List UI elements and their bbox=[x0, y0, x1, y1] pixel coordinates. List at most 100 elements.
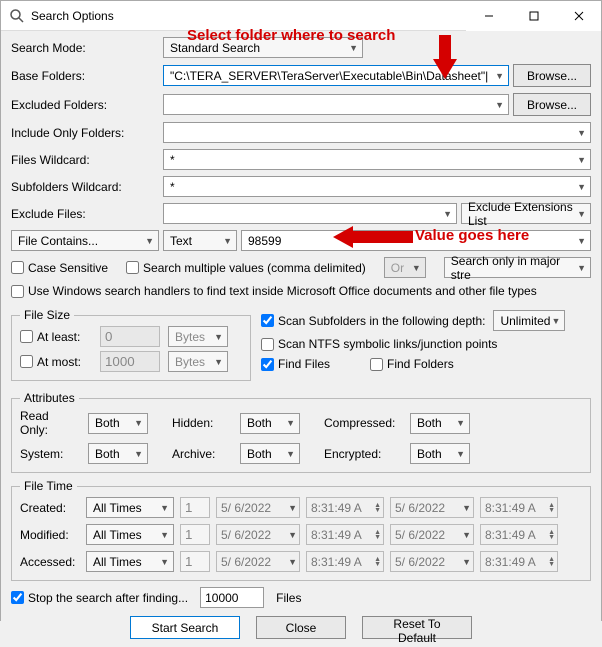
maximize-button[interactable] bbox=[511, 1, 556, 31]
scan-ntfs-check[interactable]: Scan NTFS symbolic links/junction points bbox=[261, 337, 497, 351]
window: Search Options Select folder where to se… bbox=[0, 0, 602, 621]
accessed-num[interactable] bbox=[180, 551, 210, 572]
include-only-label: Include Only Folders: bbox=[11, 126, 159, 140]
accessed-time-to[interactable]: 8:31:49 A▲▼ bbox=[480, 551, 558, 572]
stop-count-input[interactable] bbox=[200, 587, 264, 608]
system-select[interactable]: Both▼ bbox=[88, 443, 148, 464]
subfolders-wildcard-combo[interactable]: * ▼ bbox=[163, 176, 591, 197]
find-folders-checkbox[interactable] bbox=[370, 358, 383, 371]
close-dialog-button[interactable]: Close bbox=[256, 616, 346, 639]
start-search-button[interactable]: Start Search bbox=[130, 616, 240, 639]
search-mode-select[interactable]: Standard Search ▼ bbox=[163, 37, 363, 58]
depth-select[interactable]: Unlimited ▼ bbox=[493, 310, 565, 331]
search-multiple-check[interactable]: Search multiple values (comma delimited) bbox=[126, 261, 366, 275]
modified-label: Modified: bbox=[20, 528, 80, 542]
exclude-ext-list-select[interactable]: Exclude Extensions List ▼ bbox=[461, 203, 591, 224]
base-folders-label: Base Folders: bbox=[11, 69, 159, 83]
exclude-files-combo[interactable]: ▼ bbox=[163, 203, 457, 224]
at-least-input[interactable] bbox=[100, 326, 160, 347]
created-num[interactable] bbox=[180, 497, 210, 518]
chevron-down-icon: ▼ bbox=[577, 155, 586, 165]
find-folders-check[interactable]: Find Folders bbox=[370, 357, 454, 371]
hidden-select[interactable]: Both▼ bbox=[240, 413, 300, 434]
at-most-unit[interactable]: Bytes ▼ bbox=[168, 351, 228, 372]
at-least-unit[interactable]: Bytes ▼ bbox=[168, 326, 228, 347]
modified-date-to[interactable]: 5/ 6/2022▼ bbox=[390, 524, 474, 545]
chevron-down-icon: ▼ bbox=[577, 263, 586, 273]
search-major-select[interactable]: Search only in major stre ▼ bbox=[444, 257, 591, 278]
read-only-select[interactable]: Both▼ bbox=[88, 413, 148, 434]
at-least-checkbox[interactable] bbox=[20, 330, 33, 343]
minimize-button[interactable] bbox=[466, 1, 511, 31]
include-only-combo[interactable]: ▼ bbox=[163, 122, 591, 143]
subfolders-wildcard-label: Subfolders Wildcard: bbox=[11, 180, 159, 194]
browse-excluded-button[interactable]: Browse... bbox=[513, 93, 591, 116]
stop-after-check[interactable]: Stop the search after finding... bbox=[11, 591, 188, 605]
or-select[interactable]: Or ▼ bbox=[384, 257, 426, 278]
modified-date-from[interactable]: 5/ 6/2022▼ bbox=[216, 524, 300, 545]
chevron-down-icon: ▼ bbox=[495, 71, 504, 81]
created-date-from[interactable]: 5/ 6/2022▼ bbox=[216, 497, 300, 518]
close-button[interactable] bbox=[556, 1, 601, 31]
at-most-checkbox[interactable] bbox=[20, 355, 33, 368]
hidden-label: Hidden: bbox=[172, 416, 232, 430]
created-times-select[interactable]: All Times▼ bbox=[86, 497, 174, 518]
archive-select[interactable]: Both▼ bbox=[240, 443, 300, 464]
encrypted-select[interactable]: Both▼ bbox=[410, 443, 470, 464]
scan-subfolders-check[interactable]: Scan Subfolders in the following depth: bbox=[261, 314, 485, 328]
accessed-date-from[interactable]: 5/ 6/2022▼ bbox=[216, 551, 300, 572]
chevron-down-icon: ▼ bbox=[349, 43, 358, 53]
modified-time-to[interactable]: 8:31:49 A▲▼ bbox=[480, 524, 558, 545]
use-handlers-check[interactable]: Use Windows search handlers to find text… bbox=[11, 284, 537, 298]
attributes-legend: Attributes bbox=[20, 391, 79, 405]
file-size-group: File Size At least: Bytes ▼ At mo bbox=[11, 308, 251, 381]
archive-label: Archive: bbox=[172, 447, 232, 461]
search-multiple-checkbox[interactable] bbox=[126, 261, 139, 274]
compressed-label: Compressed: bbox=[324, 416, 402, 430]
accessed-times-select[interactable]: All Times▼ bbox=[86, 551, 174, 572]
accessed-label: Accessed: bbox=[20, 555, 80, 569]
search-value-combo[interactable]: 98599 ▼ bbox=[241, 230, 591, 251]
chevron-down-icon: ▼ bbox=[495, 100, 504, 110]
at-most-check[interactable]: At most: bbox=[20, 355, 92, 369]
accessed-date-to[interactable]: 5/ 6/2022▼ bbox=[390, 551, 474, 572]
reset-button[interactable]: Reset To Default bbox=[362, 616, 472, 639]
files-wildcard-label: Files Wildcard: bbox=[11, 153, 159, 167]
chevron-down-icon: ▼ bbox=[577, 182, 586, 192]
base-folders-combo[interactable]: "C:\TERA_SERVER\TeraServer\Executable\Bi… bbox=[163, 65, 509, 86]
files-wildcard-combo[interactable]: * ▼ bbox=[163, 149, 591, 170]
file-size-legend: File Size bbox=[20, 308, 74, 322]
excluded-folders-label: Excluded Folders: bbox=[11, 98, 159, 112]
case-sensitive-check[interactable]: Case Sensitive bbox=[11, 261, 108, 275]
scan-subfolders-checkbox[interactable] bbox=[261, 314, 274, 327]
find-files-check[interactable]: Find Files bbox=[261, 357, 330, 371]
case-sensitive-checkbox[interactable] bbox=[11, 261, 24, 274]
scan-ntfs-checkbox[interactable] bbox=[261, 338, 274, 351]
excluded-folders-combo[interactable]: ▼ bbox=[163, 94, 509, 115]
stop-after-checkbox[interactable] bbox=[11, 591, 24, 604]
file-time-legend: File Time bbox=[20, 479, 77, 493]
chevron-down-icon: ▼ bbox=[145, 236, 154, 246]
file-time-group: File Time Created: All Times▼ 5/ 6/2022▼… bbox=[11, 479, 591, 581]
chevron-down-icon: ▼ bbox=[412, 263, 421, 273]
browse-base-button[interactable]: Browse... bbox=[513, 64, 591, 87]
created-time-from[interactable]: 8:31:49 A▲▼ bbox=[306, 497, 384, 518]
use-handlers-checkbox[interactable] bbox=[11, 285, 24, 298]
chevron-down-icon: ▼ bbox=[577, 128, 586, 138]
read-only-label: Read Only: bbox=[20, 409, 80, 437]
created-date-to[interactable]: 5/ 6/2022▼ bbox=[390, 497, 474, 518]
text-type-select[interactable]: Text ▼ bbox=[163, 230, 237, 251]
created-time-to[interactable]: 8:31:49 A▲▼ bbox=[480, 497, 558, 518]
at-most-input[interactable] bbox=[100, 351, 160, 372]
modified-times-select[interactable]: All Times▼ bbox=[86, 524, 174, 545]
titlebar: Search Options bbox=[1, 1, 601, 31]
file-contains-select[interactable]: File Contains... ▼ bbox=[11, 230, 159, 251]
chevron-down-icon: ▼ bbox=[443, 209, 452, 219]
find-files-checkbox[interactable] bbox=[261, 358, 274, 371]
modified-time-from[interactable]: 8:31:49 A▲▼ bbox=[306, 524, 384, 545]
at-least-check[interactable]: At least: bbox=[20, 330, 92, 344]
files-suffix-label: Files bbox=[276, 591, 301, 605]
accessed-time-from[interactable]: 8:31:49 A▲▼ bbox=[306, 551, 384, 572]
modified-num[interactable] bbox=[180, 524, 210, 545]
compressed-select[interactable]: Both▼ bbox=[410, 413, 470, 434]
